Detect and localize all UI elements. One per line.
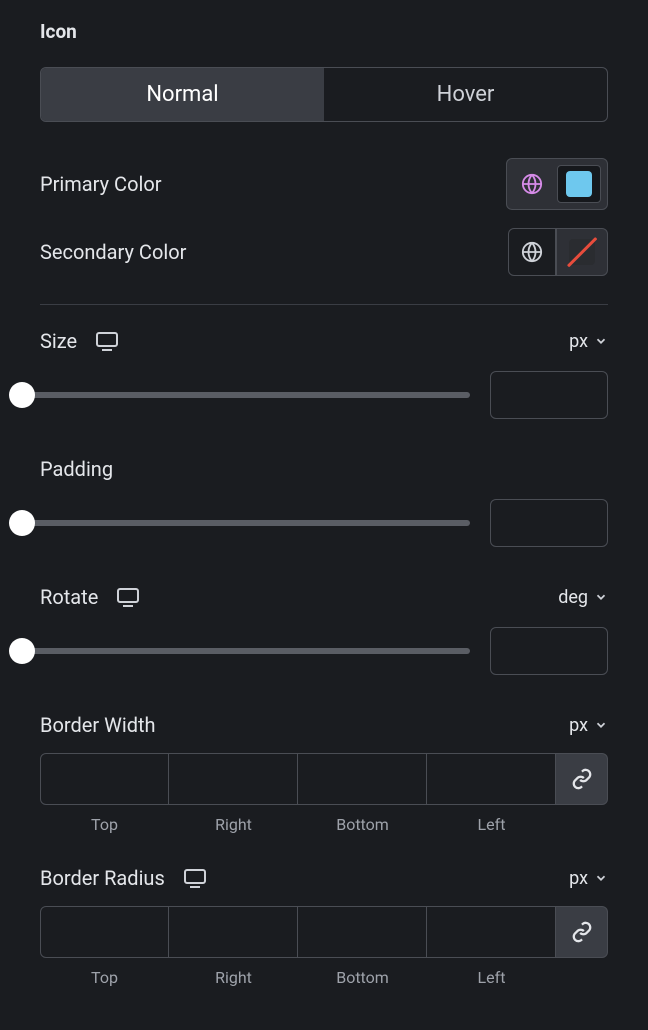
secondary-color-row: Secondary Color [40,228,608,276]
border-radius-left-input[interactable] [427,906,556,958]
primary-color-global-button[interactable] [513,165,551,203]
desktop-icon[interactable] [183,866,207,890]
border-width-unit-select[interactable]: px [569,715,608,736]
chevron-down-icon [594,871,608,885]
left-label: Left [478,815,506,834]
slider-thumb[interactable] [9,382,35,408]
size-group: Size px [40,329,608,419]
rotate-unit-select[interactable]: deg [558,587,608,608]
secondary-color-swatch[interactable] [556,228,608,276]
border-radius-unit-select[interactable]: px [569,868,608,889]
bottom-label: Bottom [336,968,389,987]
primary-color-controls [506,158,608,210]
border-radius-unit-value: px [569,868,588,889]
padding-slider[interactable] [22,520,470,526]
size-unit-value: px [569,331,588,352]
border-radius-right-input[interactable] [169,906,298,958]
slider-thumb[interactable] [9,510,35,536]
rotate-label: Rotate [40,585,98,609]
state-tabs: Normal Hover [40,67,608,122]
no-color-swatch [569,239,595,265]
chevron-down-icon [594,334,608,348]
border-radius-label: Border Radius [40,866,165,890]
border-width-bottom-input[interactable] [298,753,427,805]
border-width-label: Border Width [40,713,156,737]
desktop-icon[interactable] [116,585,140,609]
tab-hover[interactable]: Hover [324,68,607,121]
border-radius-top-input[interactable] [40,906,169,958]
globe-icon [521,173,543,195]
border-width-unit-value: px [569,715,588,736]
rotate-input[interactable] [490,627,608,675]
border-width-right-input[interactable] [169,753,298,805]
border-radius-group: Border Radius px Top Right Bottom Left [40,866,608,987]
padding-group: Padding [40,457,608,547]
size-input[interactable] [490,371,608,419]
chevron-down-icon [594,590,608,604]
border-radius-link-button[interactable] [556,906,608,958]
section-title: Icon [40,20,608,43]
padding-input[interactable] [490,499,608,547]
tab-normal[interactable]: Normal [41,68,324,121]
padding-label: Padding [40,457,113,481]
slider-thumb[interactable] [9,638,35,664]
rotate-group: Rotate deg [40,585,608,675]
primary-color-label: Primary Color [40,172,162,196]
size-unit-select[interactable]: px [569,331,608,352]
secondary-color-global-button[interactable] [508,228,556,276]
border-radius-inputs: Top Right Bottom Left [40,906,608,987]
secondary-color-controls [508,228,608,276]
border-width-inputs: Top Right Bottom Left [40,753,608,834]
divider [40,304,608,305]
primary-color-row: Primary Color [40,158,608,210]
no-color-line-icon [567,237,597,267]
rotate-unit-value: deg [558,587,588,608]
chevron-down-icon [594,718,608,732]
secondary-color-label: Secondary Color [40,240,186,264]
right-label: Right [215,968,252,987]
border-width-link-button[interactable] [556,753,608,805]
globe-icon [521,241,543,263]
color-swatch [566,171,592,197]
link-icon [571,768,593,790]
border-width-group: Border Width px Top Right Bottom Left [40,713,608,834]
left-label: Left [478,968,506,987]
size-label: Size [40,329,77,353]
top-label: Top [91,968,118,987]
rotate-slider[interactable] [22,648,470,654]
border-width-left-input[interactable] [427,753,556,805]
bottom-label: Bottom [336,815,389,834]
right-label: Right [215,815,252,834]
border-radius-bottom-input[interactable] [298,906,427,958]
desktop-icon[interactable] [95,329,119,353]
primary-color-swatch[interactable] [557,165,601,203]
link-icon [571,921,593,943]
size-slider[interactable] [22,392,470,398]
border-width-top-input[interactable] [40,753,169,805]
top-label: Top [91,815,118,834]
